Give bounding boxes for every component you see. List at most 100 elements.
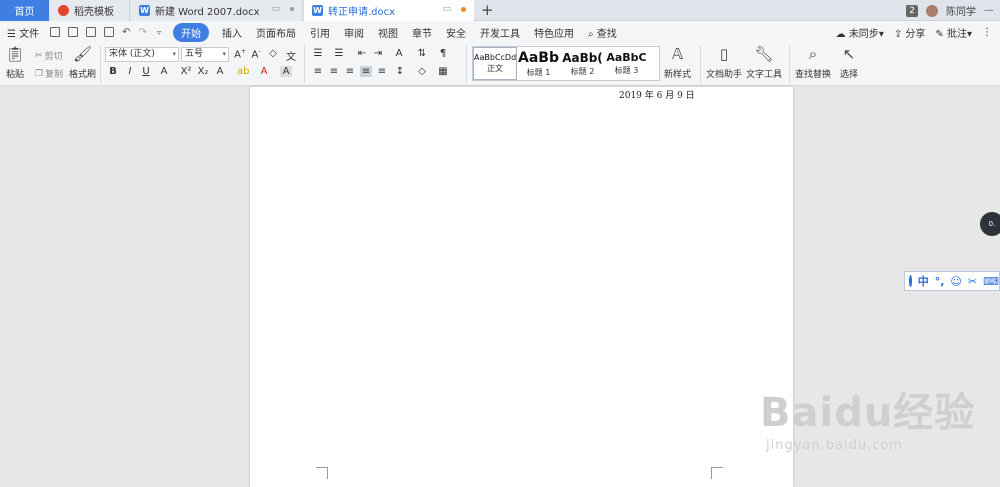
grow-font-icon[interactable]: A+ <box>234 48 246 60</box>
punctuation-icon[interactable]: °, <box>935 275 945 288</box>
share-button[interactable]: ⇪ 分享 <box>894 25 926 40</box>
paste-button[interactable]: 📋︎ 粘贴 <box>5 45 25 80</box>
sync-button[interactable]: ☁ 未同步▾ <box>836 25 884 40</box>
document-page[interactable]: 2019 年 6 月 9 日 <box>250 87 793 487</box>
tab-bar: 首页 稻壳模板 W 新建 Word 2007.docx ▭ W 转正申请.doc… <box>0 0 1000 21</box>
style-heading-3[interactable]: AaBbC 标题 3 <box>605 47 649 80</box>
tab-home[interactable]: 首页 <box>0 0 49 21</box>
tab-references[interactable]: 引用 <box>310 25 330 40</box>
unsaved-dot-icon[interactable] <box>461 6 466 12</box>
print-icon[interactable] <box>86 27 97 37</box>
font-size-select[interactable]: 五号 ▾ <box>181 47 229 62</box>
borders-icon[interactable]: ▦ <box>437 66 449 77</box>
redo-icon[interactable]: ↷ <box>139 27 147 38</box>
shading-icon[interactable]: ◇ <box>416 66 428 77</box>
customize-icon[interactable]: ▿ <box>157 28 161 37</box>
tab-developer[interactable]: 开发工具 <box>480 25 520 40</box>
distribute-icon[interactable]: ≡ <box>376 66 388 77</box>
tab-chapter[interactable]: 章节 <box>412 25 432 40</box>
comment-button[interactable]: ✎ 批注▾ <box>935 25 972 40</box>
tab-docer-templates[interactable]: 稻壳模板 <box>50 0 130 21</box>
ime-language[interactable]: 中 <box>918 273 929 289</box>
tab-view[interactable]: 视图 <box>378 25 398 40</box>
erase-icon[interactable]: A <box>214 66 226 77</box>
numbering-icon[interactable]: ☰ <box>333 48 345 59</box>
save-icon[interactable] <box>50 27 61 37</box>
tab-review[interactable]: 审阅 <box>344 25 364 40</box>
bold-icon[interactable]: B <box>107 66 119 77</box>
tab-special-apps[interactable]: 特色应用 <box>534 25 574 40</box>
copy-button[interactable]: ❐ 复制 <box>35 67 63 81</box>
avatar[interactable] <box>926 4 938 17</box>
window-count-badge[interactable]: 2 <box>906 4 918 17</box>
tab-label: 新建 Word 2007.docx <box>155 7 260 18</box>
line-spacing-icon[interactable]: ↕ <box>394 66 406 77</box>
align-right-icon[interactable]: ≡ <box>344 66 356 77</box>
tab-home-ribbon[interactable]: 开始 <box>172 22 209 42</box>
format-painter-button[interactable]: 🖌︎ 格式刷 <box>69 45 96 80</box>
superscript-icon[interactable]: X² <box>180 66 192 77</box>
phonetic-icon[interactable]: 文 <box>285 48 297 63</box>
font-color-icon[interactable]: A <box>258 66 270 77</box>
ime-toolbar[interactable]: 中 °, ☺ ✂ ⌨ <box>904 271 1000 291</box>
emoji-icon[interactable]: ☺ <box>950 275 961 288</box>
wrench-icon: 🔧︎ <box>754 45 774 63</box>
show-marks-icon[interactable]: ¶ <box>437 48 449 59</box>
cut-button[interactable]: ✂ 剪切 <box>35 49 63 63</box>
screen-icon[interactable]: ▭ <box>271 4 280 14</box>
tabbar-right: 2 陈同学 — <box>906 0 1000 21</box>
tab-new-word-doc[interactable]: W 新建 Word 2007.docx ▭ <box>131 0 303 21</box>
increase-indent-icon[interactable]: ⇥ <box>372 48 384 59</box>
tab-insert[interactable]: 插入 <box>222 25 242 40</box>
new-style-button[interactable]: 𝔸 新样式 <box>664 45 691 80</box>
close-dot-icon[interactable] <box>290 7 294 11</box>
italic-icon[interactable]: I <box>124 66 136 77</box>
tab-security[interactable]: 安全 <box>446 25 466 40</box>
screen-icon[interactable]: ▭ <box>442 4 451 14</box>
decrease-indent-icon[interactable]: ⇤ <box>356 48 368 59</box>
highlight-icon[interactable]: ab <box>237 66 249 77</box>
floating-ball[interactable]: 0. <box>980 212 1000 236</box>
magnifier-icon: ⌕ <box>808 45 818 63</box>
print-preview-icon[interactable] <box>68 27 79 37</box>
tab-regularization-application[interactable]: W 转正申请.docx ▭ <box>304 0 474 21</box>
select-button[interactable]: ↖ 选择 <box>840 45 858 80</box>
tab-page-layout[interactable]: 页面布局 <box>256 25 296 40</box>
find-replace-button[interactable]: ⌕ 查找替换 <box>795 45 831 80</box>
more-icon[interactable]: ⋮ <box>982 27 992 38</box>
sort-icon[interactable]: ⇅ <box>416 48 428 59</box>
undo-icon[interactable]: ↶ <box>122 27 130 38</box>
search-label: 查找 <box>596 28 617 40</box>
scissors-icon[interactable]: ✂ <box>968 275 977 288</box>
paste-label: 粘贴 <box>6 70 25 80</box>
doc-assistant-button[interactable]: ▯ 文档助手 <box>706 45 742 80</box>
minimize-icon[interactable]: — <box>984 5 994 16</box>
file-menu[interactable]: ☰ 文件 <box>7 25 39 40</box>
style-normal[interactable]: AaBbCcDd 正文 <box>473 47 517 80</box>
align-center-icon[interactable]: ≡ <box>328 66 340 77</box>
style-label: 正文 <box>487 64 503 73</box>
shrink-font-icon[interactable]: A- <box>250 48 262 60</box>
search-button[interactable]: ⌕ 查找 <box>588 25 617 40</box>
bullets-icon[interactable]: ☰ <box>312 48 324 59</box>
clear-format-icon[interactable]: ◇ <box>267 48 279 59</box>
char-shading-icon[interactable]: A <box>280 66 292 77</box>
find-replace-label: 查找替换 <box>795 70 832 80</box>
subscript-icon[interactable]: X₂ <box>197 66 209 77</box>
underline-icon[interactable]: U <box>140 66 152 77</box>
style-heading-2[interactable]: AaBb( 标题 2 <box>561 47 605 80</box>
format-painter-label: 格式刷 <box>69 70 97 80</box>
font-effect-icon[interactable]: A <box>158 66 170 77</box>
user-name[interactable]: 陈同学 <box>946 3 976 18</box>
menu-right: ☁ 未同步▾ ⇪ 分享 ✎ 批注▾ ⋮ <box>836 21 1000 43</box>
font-name-select[interactable]: 宋体 (正文) ▾ <box>105 47 179 62</box>
keyboard-icon[interactable]: ⌨ <box>983 275 999 288</box>
style-heading-1[interactable]: AaBb 标题 1 <box>517 47 561 80</box>
new-tab-button[interactable]: + <box>481 1 494 19</box>
justify-icon[interactable]: ≡ <box>360 66 372 77</box>
align-left-icon[interactable]: ≡ <box>312 66 324 77</box>
text-direction-icon[interactable]: A <box>393 48 405 59</box>
text-tools-button[interactable]: 🔧︎ 文字工具 <box>746 45 782 80</box>
export-icon[interactable] <box>104 27 115 37</box>
date-line[interactable]: 2019 年 6 月 9 日 <box>619 88 695 101</box>
